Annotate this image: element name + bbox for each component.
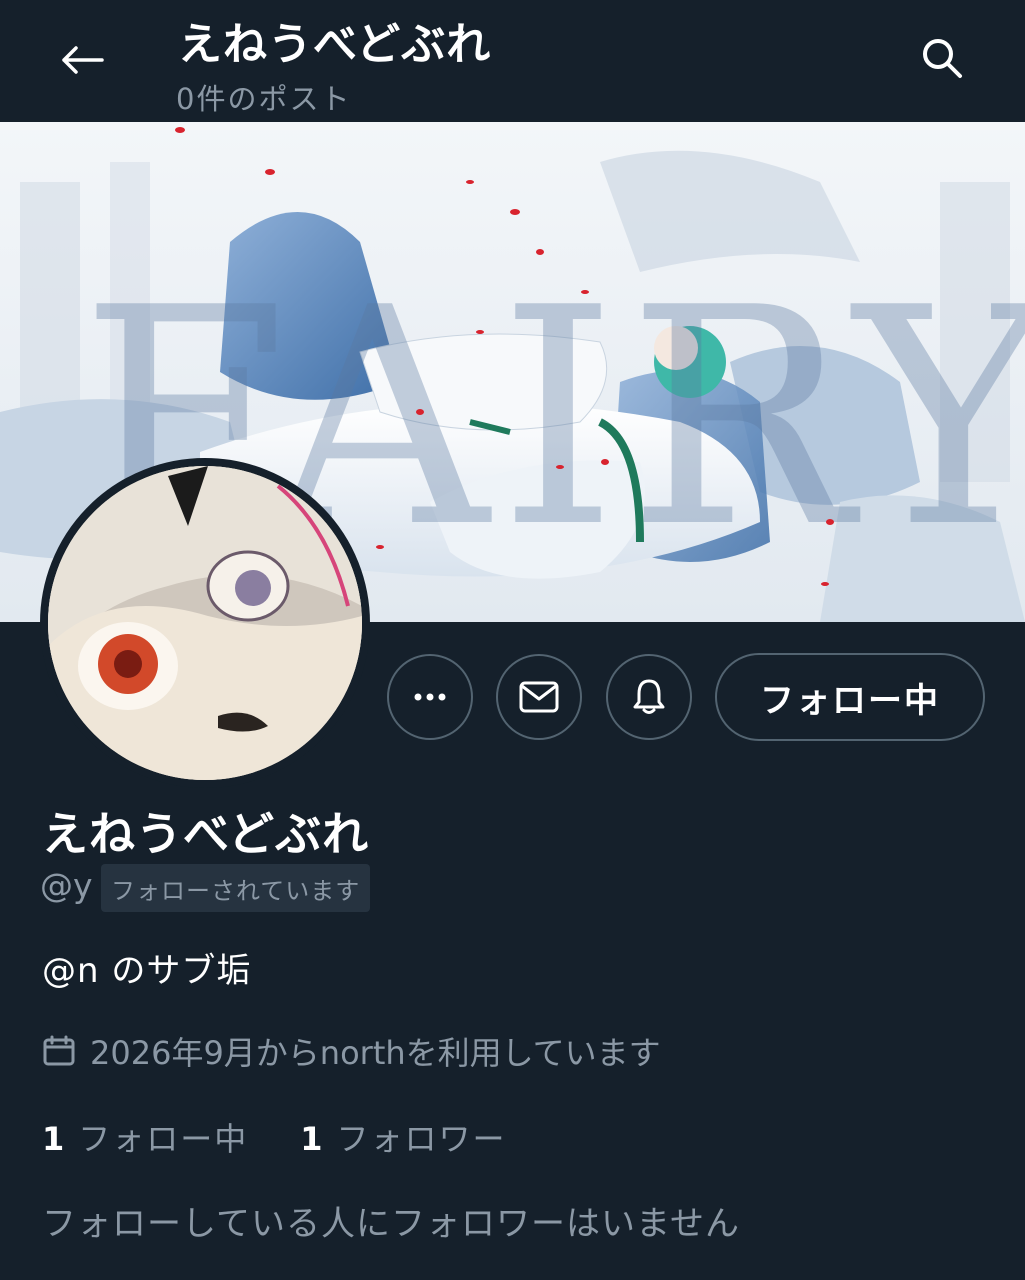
arrow-left-icon xyxy=(62,46,104,74)
more-horizontal-icon xyxy=(414,693,446,701)
followers-label: フォロワー xyxy=(336,1120,507,1158)
followers-count: 1 xyxy=(300,1120,323,1158)
following-button[interactable]: フォロー中 xyxy=(715,653,985,741)
post-count: 0件のポスト xyxy=(176,82,352,116)
search-icon xyxy=(923,39,962,78)
mail-icon xyxy=(519,681,559,713)
bio: @n のサブ垢 xyxy=(42,951,252,991)
bell-icon xyxy=(633,679,665,714)
mutual-followers-note: フォローしている人にフォロワーはいません xyxy=(42,1204,740,1244)
top-bar: えねうべどぶれ 0件のポスト xyxy=(0,0,1025,122)
more-button[interactable] xyxy=(387,654,473,740)
notification-button[interactable] xyxy=(606,654,692,740)
joined-date: 2026年9月からnorthを利用しています xyxy=(42,1028,661,1074)
page-title: えねうべどぶれ xyxy=(178,19,492,70)
followers-stat[interactable]: 1 フォロワー xyxy=(300,1114,506,1160)
display-name: えねうべどぶれ xyxy=(42,807,370,861)
profile-avatar[interactable] xyxy=(40,458,370,788)
user-handle: @y xyxy=(40,866,93,905)
avatar-illustration xyxy=(48,466,362,780)
search-button[interactable] xyxy=(912,30,972,86)
following-stat[interactable]: 1 フォロー中 xyxy=(42,1114,248,1160)
back-button[interactable] xyxy=(52,32,112,88)
joined-text: 2026年9月からnorthを利用しています xyxy=(90,1034,661,1072)
follows-you-badge: フォローされています xyxy=(101,864,371,912)
message-button[interactable] xyxy=(496,654,582,740)
following-label: フォロー中 xyxy=(78,1120,249,1158)
follow-stats: 1 フォロー中 1 フォロワー xyxy=(42,1114,507,1160)
calendar-icon xyxy=(42,1035,76,1067)
following-count: 1 xyxy=(42,1120,65,1158)
